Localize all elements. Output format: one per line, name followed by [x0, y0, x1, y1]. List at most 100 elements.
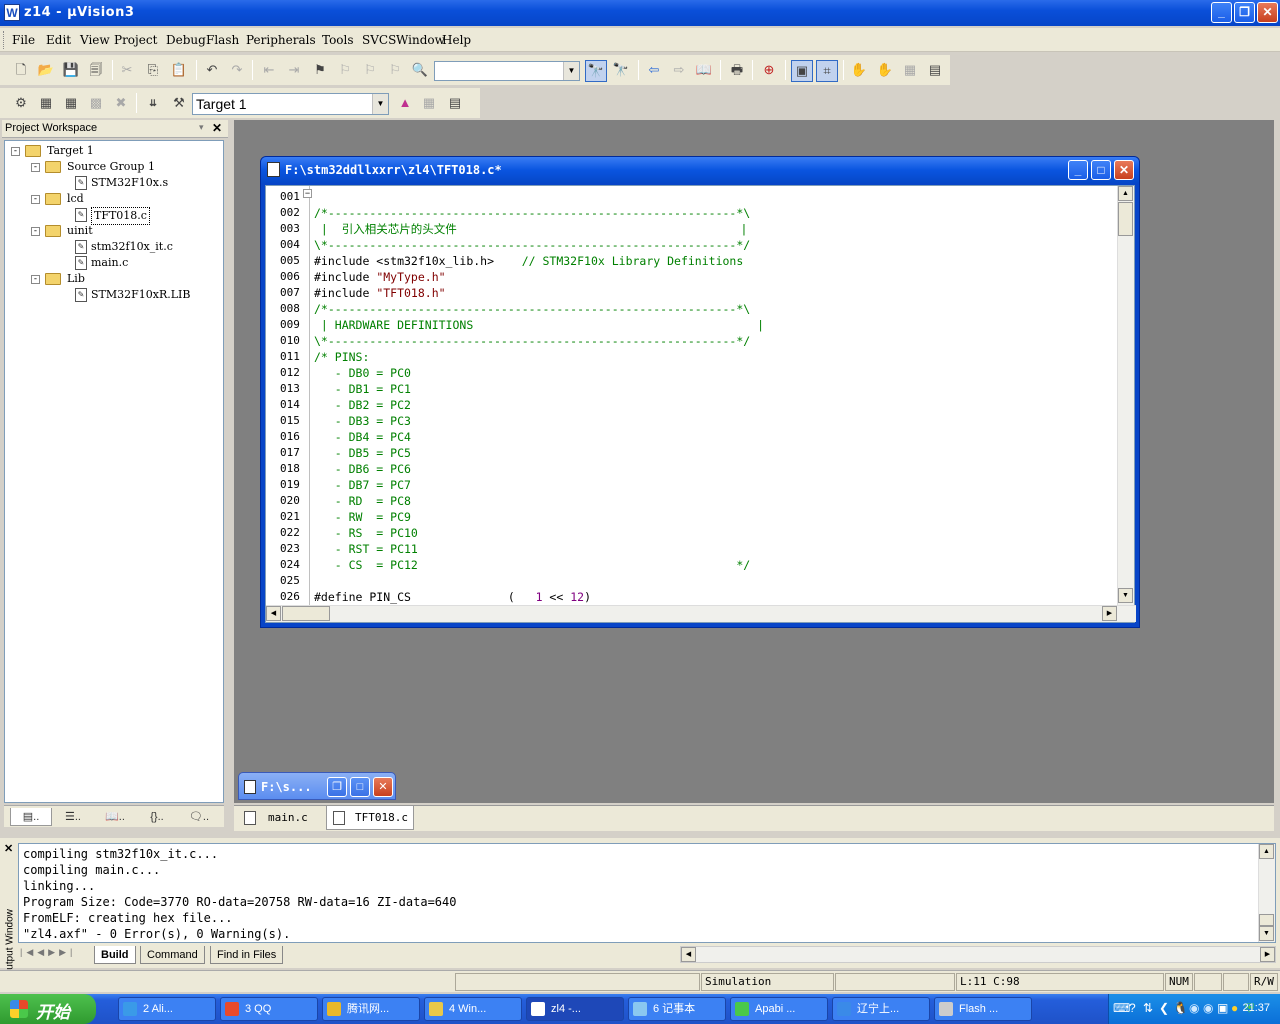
- mini-restore-button[interactable]: ❐: [327, 777, 347, 797]
- editor-title-bar[interactable]: F:\stm32ddllxxrr\zl4\TFT018.c* _ □ ✕: [261, 157, 1139, 183]
- tree-item-file[interactable]: ✎ STM32F10xR.LIB: [5, 287, 221, 303]
- menu-debug[interactable]: Debug: [166, 33, 206, 47]
- indent-icon[interactable]: ⇤: [260, 61, 278, 79]
- editor-close-button[interactable]: ✕: [1114, 160, 1134, 180]
- tab-books[interactable]: 📖..: [94, 808, 136, 826]
- mini-maximize-button[interactable]: □: [350, 777, 370, 797]
- target-select[interactable]: Target 1 ▼: [192, 93, 389, 115]
- tray-expand-icon[interactable]: ❮: [1159, 1001, 1169, 1015]
- keyboard-icon[interactable]: ⌨: [1113, 1001, 1130, 1015]
- tab-find-in-files[interactable]: Find in Files: [210, 946, 284, 964]
- editor-maximize-button[interactable]: □: [1091, 160, 1111, 180]
- taskbar-button[interactable]: 腾讯网...: [322, 997, 420, 1021]
- taskbar-button[interactable]: 3 QQ: [220, 997, 318, 1021]
- code-editor[interactable]: − 001 002 003 004 005 006 007 008 009 010 011 012 01…: [265, 185, 1136, 623]
- output-vertical-scrollbar[interactable]: ▲ ▼: [1258, 844, 1275, 942]
- menu-view[interactable]: View: [80, 33, 110, 47]
- batch-build-icon[interactable]: ▩: [87, 94, 105, 112]
- tree-collapse-icon[interactable]: -: [31, 163, 40, 172]
- bookmark-clear-icon[interactable]: ⚐: [386, 61, 404, 79]
- tab-tft018-c[interactable]: TFT018.c: [326, 806, 414, 830]
- bookmark-prev-icon[interactable]: ⚐: [361, 61, 379, 79]
- menu-peripherals[interactable]: Peripherals: [246, 33, 316, 47]
- taskbar-button[interactable]: Apabi ...: [730, 997, 828, 1021]
- menu-edit[interactable]: Edit: [46, 33, 71, 47]
- menu-svcs[interactable]: SVCS: [362, 33, 396, 47]
- tree-item-file[interactable]: ✎ TFT018.c: [5, 207, 221, 225]
- tree-item-file[interactable]: ✎ stm32f10x_it.c: [5, 239, 221, 255]
- tree-item-target[interactable]: - Target 1: [5, 143, 221, 159]
- menu-project[interactable]: Project: [114, 33, 157, 47]
- window-list-icon[interactable]: ▦: [901, 61, 919, 79]
- find-combo[interactable]: ▼: [434, 61, 580, 81]
- hand-alt-icon[interactable]: ✋: [876, 61, 894, 79]
- close-button[interactable]: ✕: [1257, 2, 1278, 23]
- dropdown-icon[interactable]: ▾: [199, 122, 204, 133]
- scroll-down-icon[interactable]: ▼: [1259, 926, 1274, 941]
- taskbar-button[interactable]: zl4 -...: [526, 997, 624, 1021]
- browse-icon[interactable]: 📖: [695, 61, 713, 79]
- cut-icon[interactable]: ✂: [118, 61, 136, 79]
- components-icon[interactable]: ▲: [396, 94, 414, 112]
- tree-item-file[interactable]: ✎ main.c: [5, 255, 221, 271]
- tree-collapse-icon[interactable]: -: [31, 275, 40, 284]
- unindent-icon[interactable]: ⇥: [285, 61, 303, 79]
- network-alt-icon[interactable]: ◉: [1203, 1001, 1213, 1015]
- chevron-down-icon[interactable]: ▼: [563, 62, 579, 80]
- close-icon[interactable]: ✕: [212, 121, 222, 135]
- scroll-down-icon[interactable]: ▼: [1118, 588, 1133, 603]
- tab-regs[interactable]: ☰..: [52, 808, 94, 826]
- monitor-icon[interactable]: ▣: [1217, 1001, 1228, 1015]
- tree-collapse-icon[interactable]: -: [31, 195, 40, 204]
- code-area[interactable]: /*--------------------------------------…: [266, 186, 1118, 605]
- undo-icon[interactable]: ↶: [203, 61, 221, 79]
- restore-button[interactable]: ❐: [1234, 2, 1255, 23]
- output-horizontal-scrollbar[interactable]: ◀ ▶: [680, 946, 1276, 963]
- scroll-left-icon[interactable]: ◀: [681, 947, 696, 962]
- nav-back-icon[interactable]: ⇦: [645, 61, 663, 79]
- minimize-button[interactable]: _: [1211, 2, 1232, 23]
- new-file-icon[interactable]: 🗋: [12, 61, 30, 79]
- start-button[interactable]: 开始: [0, 994, 96, 1024]
- scroll-left-icon[interactable]: ◀: [266, 606, 281, 621]
- config-icon[interactable]: ▤: [926, 61, 944, 79]
- scroll-thumb[interactable]: [1259, 914, 1274, 926]
- output-toggle-icon[interactable]: ⌗: [816, 60, 838, 82]
- minimized-window[interactable]: F:\s... ❐ □ ✕: [238, 772, 396, 800]
- open-file-icon[interactable]: 📂: [37, 61, 55, 79]
- tab-main-c[interactable]: main.c: [238, 806, 326, 830]
- scroll-thumb[interactable]: [1118, 202, 1133, 236]
- tab-functions[interactable]: {}..: [136, 808, 178, 826]
- tab-files[interactable]: ▤..: [10, 808, 52, 826]
- save-icon[interactable]: 💾: [62, 61, 80, 79]
- file-extensions-icon[interactable]: ▦: [420, 94, 438, 112]
- redo-icon[interactable]: ↷: [228, 61, 246, 79]
- tree-item-folder[interactable]: - Lib: [5, 271, 221, 287]
- security-icon[interactable]: ●: [1231, 1001, 1238, 1015]
- workspace-toggle-icon[interactable]: ▣: [791, 60, 813, 82]
- target-options-icon[interactable]: ⚒: [170, 94, 188, 112]
- tree-item-folder[interactable]: - Source Group 1: [5, 159, 221, 175]
- mini-close-button[interactable]: ✕: [373, 777, 393, 797]
- find-in-files-icon[interactable]: 🔍: [411, 61, 429, 79]
- tree-collapse-icon[interactable]: -: [11, 147, 20, 156]
- tab-templates[interactable]: 🗨..: [178, 808, 220, 826]
- tree-item-file[interactable]: ✎ STM32F10x.s: [5, 175, 221, 191]
- build-icon[interactable]: ▦: [37, 94, 55, 112]
- taskbar-button[interactable]: 6 记事本: [628, 997, 726, 1021]
- taskbar-button[interactable]: Flash ...: [934, 997, 1032, 1021]
- bookmark-icon[interactable]: ⚑: [311, 61, 329, 79]
- nav-forward-icon[interactable]: ⇨: [670, 61, 688, 79]
- close-icon[interactable]: ✕: [4, 842, 13, 855]
- tab-scroll-icons[interactable]: |◀◀▶▶|: [20, 947, 76, 958]
- scroll-right-icon[interactable]: ▶: [1102, 606, 1117, 621]
- tree-item-folder[interactable]: - lcd: [5, 191, 221, 207]
- horizontal-scrollbar[interactable]: ◀ ▶: [266, 605, 1136, 622]
- hscroll-thumb[interactable]: [282, 606, 330, 621]
- menu-flash[interactable]: Flash: [206, 33, 239, 47]
- incremental-find-icon[interactable]: 🔭: [612, 61, 630, 79]
- tree-collapse-icon[interactable]: -: [31, 227, 40, 236]
- taskbar-button[interactable]: 2 Ali...: [118, 997, 216, 1021]
- scroll-up-icon[interactable]: ▲: [1259, 844, 1274, 859]
- ime-icon[interactable]: ⇅: [1143, 1001, 1153, 1015]
